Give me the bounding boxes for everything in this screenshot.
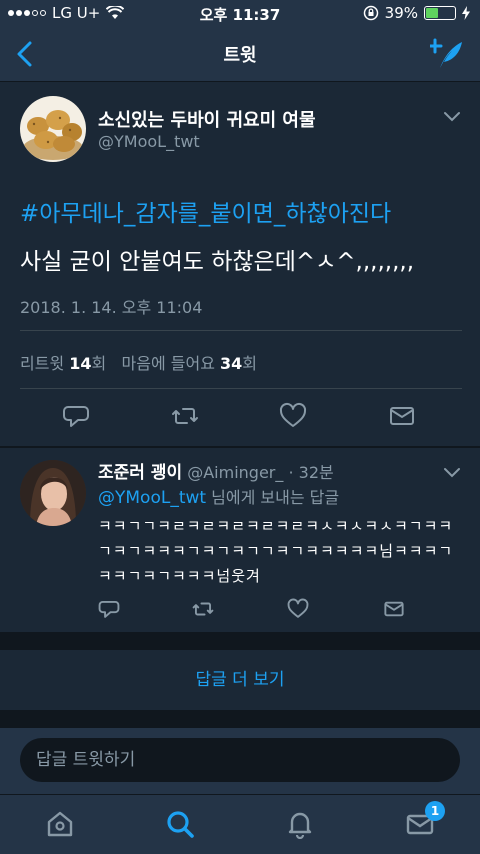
reply-author-name[interactable]: 조준러 괭이 bbox=[98, 463, 182, 483]
show-more-replies-button[interactable]: 답글 더 보기 bbox=[0, 650, 480, 710]
tweet-stats: 리트윗 14회 마음에 들어요 34회 bbox=[20, 350, 257, 374]
chevron-down-icon[interactable] bbox=[444, 110, 460, 122]
heart-icon[interactable] bbox=[279, 402, 307, 430]
like-count[interactable]: 34 bbox=[220, 354, 242, 373]
retweet-unit: 회 bbox=[91, 354, 107, 373]
main-tweet: 소신있는 두바이 귀요미 여물 @YMooL_twt #아무데나_감자를_붙이면… bbox=[0, 82, 480, 446]
separator bbox=[0, 710, 480, 728]
reply-to-suffix: 님에게 보내는 답글 bbox=[206, 488, 340, 507]
battery-percent: 39% bbox=[384, 4, 418, 22]
battery-icon bbox=[424, 6, 456, 20]
retweet-count[interactable]: 14 bbox=[69, 354, 91, 373]
reply-author-handle[interactable]: @Aiminger_ bbox=[187, 463, 283, 482]
retweet-icon[interactable] bbox=[192, 598, 214, 620]
potato-avatar-image bbox=[23, 110, 83, 160]
chevron-down-icon[interactable] bbox=[444, 466, 460, 478]
author-name[interactable]: 소신있는 두바이 귀요미 여물 bbox=[98, 106, 316, 132]
rotation-lock-icon bbox=[363, 5, 378, 21]
tweet-text: 사실 굳이 안붙여도 하찮은데^ㅅ^,,,,,,,, bbox=[20, 249, 415, 275]
reply-icon[interactable] bbox=[62, 402, 90, 430]
reply-age: 32분 bbox=[298, 463, 334, 482]
reply-to-line: @YMooL_twt 님에게 보내는 답글 bbox=[98, 484, 339, 508]
mail-icon[interactable] bbox=[383, 598, 405, 620]
reply-text: ㅋㅋㄱㄱㅋㄹㅋㄹㅋㄹㅋㄹㅋㄹㅋㅅㅋㅅㅋㅅㅋㄱㅋㅋㄱㅋㄱㅋㅋㅋㄱㅋㄱㅋㄱㄱㅋㄱㅋㅋ… bbox=[98, 517, 454, 585]
like-label: 마음에 들어요 bbox=[121, 354, 215, 373]
separator bbox=[0, 632, 480, 650]
author-handle[interactable]: @YMooL_twt bbox=[98, 132, 200, 151]
page-title: 트윗 bbox=[223, 45, 257, 66]
messages-tab[interactable]: 1 bbox=[405, 801, 445, 839]
portrait-avatar-image bbox=[20, 460, 86, 526]
reply-separator: · bbox=[288, 463, 294, 482]
compose-feather-icon[interactable] bbox=[430, 38, 464, 70]
reply-header: 조준러 괭이 @Aiminger_ · 32분 bbox=[98, 458, 334, 483]
tab-bar: 1 bbox=[0, 794, 480, 854]
reply-avatar[interactable] bbox=[20, 460, 86, 526]
nav-bar: 트윗 bbox=[0, 26, 480, 82]
divider bbox=[20, 330, 462, 331]
reply-to-mention[interactable]: @YMooL_twt bbox=[98, 488, 206, 508]
reply-composer-bar: 답글 트윗하기 bbox=[0, 728, 480, 794]
messages-badge: 1 bbox=[425, 801, 445, 821]
retweet-icon[interactable] bbox=[171, 402, 199, 430]
tweet-timestamp: 2018. 1. 14. 오후 11:04 bbox=[20, 298, 203, 317]
charging-icon bbox=[462, 6, 470, 20]
tweet-actions bbox=[0, 402, 480, 436]
status-bar: LG U+ 오후 11:37 39% bbox=[0, 0, 480, 26]
bell-icon[interactable] bbox=[285, 809, 315, 839]
reply-tweet[interactable]: 조준러 괭이 @Aiminger_ · 32분 @YMooL_twt 님에게 보… bbox=[0, 448, 480, 632]
home-icon[interactable] bbox=[45, 809, 75, 839]
reply-input[interactable]: 답글 트윗하기 bbox=[20, 738, 460, 782]
reply-icon[interactable] bbox=[98, 598, 120, 620]
like-unit: 회 bbox=[242, 354, 258, 373]
hashtag-link[interactable]: #아무데나_감자를_붙이면_하찮아진다 bbox=[20, 194, 391, 228]
search-icon[interactable] bbox=[165, 809, 195, 839]
author-avatar[interactable] bbox=[20, 96, 86, 162]
retweet-label: 리트윗 bbox=[20, 354, 65, 373]
heart-icon[interactable] bbox=[287, 598, 309, 620]
reply-actions bbox=[0, 598, 480, 624]
divider bbox=[20, 388, 462, 389]
mail-icon[interactable] bbox=[388, 402, 416, 430]
